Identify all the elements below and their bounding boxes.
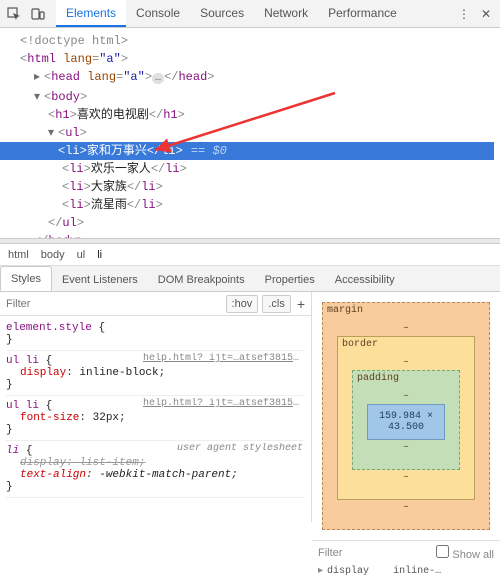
subtab-styles[interactable]: Styles: [0, 266, 52, 291]
dom-li-selected[interactable]: <li>家和万事兴</li>== $0: [2, 142, 494, 160]
rule[interactable]: help.html? ijt=…atsef3815ka:13 ul li { f…: [6, 396, 305, 441]
margin-label: margin: [327, 305, 363, 316]
cls-toggle[interactable]: .cls: [262, 295, 291, 313]
tab-console[interactable]: Console: [126, 0, 190, 27]
rule-source-link[interactable]: help.html? ijt=…atsef3815ka:13: [143, 353, 303, 364]
more-icon[interactable]: ⋮: [456, 6, 472, 22]
styles-filterbar: :hov .cls +: [0, 292, 311, 316]
devtools-toolbar: Elements Console Sources Network Perform…: [0, 0, 500, 28]
border-label: border: [342, 339, 378, 350]
styles-filter-input[interactable]: [6, 298, 222, 310]
rule-ua[interactable]: user agent stylesheet li { display: list…: [6, 441, 305, 498]
rule[interactable]: help.html? ijt=…atsef3815ka:13 ul li { d…: [6, 351, 305, 396]
new-rule-button[interactable]: +: [297, 296, 305, 312]
styles-pane: :hov .cls + element.style {} help.html? …: [0, 292, 312, 522]
selection-gutter: [0, 142, 8, 160]
dom-h1[interactable]: <h1>喜欢的电视剧</h1>: [6, 106, 494, 124]
dom-head[interactable]: ▸<head lang="a">…</head>: [6, 68, 494, 88]
dom-tree[interactable]: <!doctype html> <html lang="a"> ▸<head l…: [0, 28, 500, 238]
styles-rules: element.style {} help.html? ijt=…atsef38…: [0, 316, 311, 500]
content-size: 159.984 × 43.500: [367, 404, 445, 440]
rule-element-style[interactable]: element.style {}: [6, 318, 305, 351]
dom-li[interactable]: <li>欢乐一家人</li>: [6, 160, 494, 178]
breadcrumb: html body ul li: [0, 244, 500, 266]
dom-body-open[interactable]: ▾<body>: [6, 88, 494, 106]
rule-source-link[interactable]: help.html? ijt=…atsef3815ka:13: [143, 398, 303, 409]
box-model[interactable]: margin – border – padding – 159.984 × 43…: [312, 292, 500, 540]
sidebar-tabs: Styles Event Listeners DOM Breakpoints P…: [0, 266, 500, 292]
tab-sources[interactable]: Sources: [190, 0, 254, 27]
dom-doctype[interactable]: <!doctype html>: [6, 32, 494, 50]
computed-filter-label[interactable]: Filter: [318, 547, 342, 559]
dom-body-close[interactable]: </body>: [6, 232, 494, 238]
crumb-html[interactable]: html: [8, 249, 29, 261]
dom-li[interactable]: <li>大家族</li>: [6, 178, 494, 196]
inspect-icon[interactable]: [6, 6, 22, 22]
computed-pane: margin – border – padding – 159.984 × 43…: [312, 292, 500, 522]
subtab-accessibility[interactable]: Accessibility: [325, 268, 405, 291]
dom-ul-close[interactable]: </ul>: [6, 214, 494, 232]
rule-source-ua: user agent stylesheet: [177, 443, 303, 454]
crumb-body[interactable]: body: [41, 249, 65, 261]
subtab-dom-breakpoints[interactable]: DOM Breakpoints: [148, 268, 255, 291]
crumb-ul[interactable]: ul: [77, 249, 86, 261]
computed-filter: Filter Show all ▸display inline-…: [312, 540, 500, 580]
subtab-event-listeners[interactable]: Event Listeners: [52, 268, 148, 291]
tab-elements[interactable]: Elements: [56, 0, 126, 27]
hov-toggle[interactable]: :hov: [226, 295, 259, 313]
tab-performance[interactable]: Performance: [318, 0, 407, 27]
tab-network[interactable]: Network: [254, 0, 318, 27]
computed-row[interactable]: ▸display inline-…: [318, 565, 494, 577]
dom-ul-open[interactable]: ▾<ul>: [6, 124, 494, 142]
device-icon[interactable]: [30, 6, 46, 22]
dom-li[interactable]: <li>流星雨</li>: [6, 196, 494, 214]
show-all-toggle[interactable]: Show all: [436, 545, 494, 561]
lower-pane: :hov .cls + element.style {} help.html? …: [0, 292, 500, 522]
subtab-properties[interactable]: Properties: [255, 268, 325, 291]
dom-html-open[interactable]: <html lang="a">: [6, 50, 494, 68]
close-icon[interactable]: ✕: [478, 6, 494, 22]
main-tabs: Elements Console Sources Network Perform…: [56, 0, 407, 27]
padding-label: padding: [357, 373, 399, 384]
crumb-li[interactable]: li: [97, 249, 102, 261]
